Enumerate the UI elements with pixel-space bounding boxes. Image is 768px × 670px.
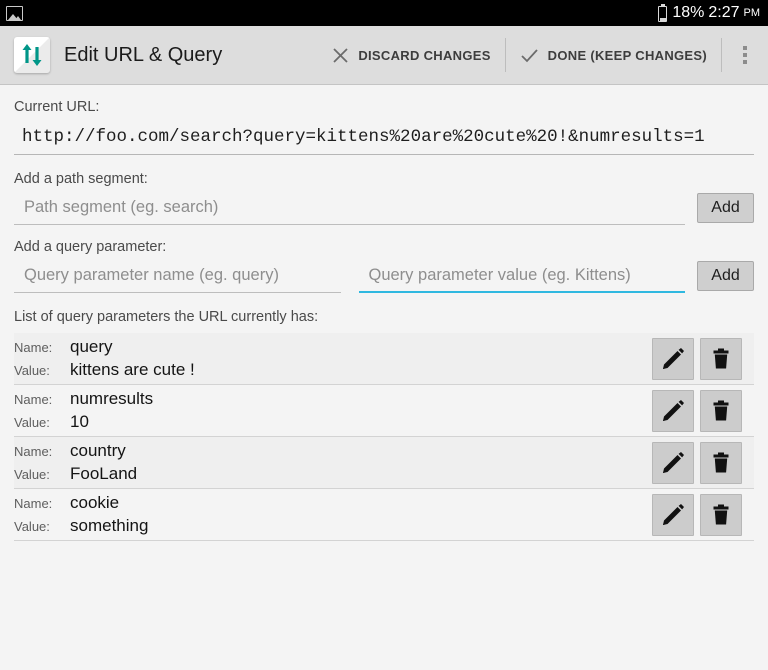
path-segment-input[interactable]: Path segment (eg. search) [14, 194, 685, 225]
current-url-value: http://foo.com/search?query=kittens%20ar… [14, 121, 754, 155]
add-query-parameter-button[interactable]: Add [697, 261, 754, 291]
overflow-menu-icon[interactable] [722, 26, 768, 85]
param-name-value: numresults [70, 389, 154, 408]
param-value-key: Value: [14, 415, 50, 430]
battery-percent: 18% [672, 4, 705, 21]
add-path-segment-label: Add a path segment: [14, 171, 148, 187]
clock-time: 2:27 [708, 4, 740, 21]
table-row[interactable]: Name: cookie Value: something [14, 489, 754, 541]
param-value-line: Value: FooLand [14, 464, 652, 484]
overflow-dot [743, 60, 747, 64]
pencil-icon [663, 347, 684, 369]
trash-icon [713, 400, 729, 420]
overflow-dot [743, 46, 747, 50]
pencil-icon [663, 399, 684, 421]
add-query-parameter-row: Query parameter name (eg. query) Query p… [14, 261, 754, 293]
param-value-line: Value: kittens are cute ! [14, 360, 652, 380]
check-icon [521, 48, 538, 62]
add-path-segment-button[interactable]: Add [697, 193, 754, 223]
param-name-key: Name: [14, 392, 53, 407]
edit-param-button[interactable] [652, 337, 694, 380]
table-row[interactable]: Name: country Value: FooLand [14, 437, 754, 489]
edit-param-button[interactable] [652, 441, 694, 484]
param-name-line: Name: cookie [14, 493, 652, 513]
delete-param-button[interactable] [700, 441, 742, 484]
param-value-value: kittens are cute ! [70, 360, 195, 379]
query-parameter-value-input[interactable]: Query parameter value (eg. Kittens) [358, 262, 685, 293]
discard-changes-button[interactable]: DISCARD CHANGES [318, 26, 504, 85]
param-list-label: List of query parameters the URL current… [14, 309, 319, 325]
done-keep-changes-label: DONE (KEEP CHANGES) [547, 47, 707, 63]
param-fields: Name: numresults Value: 10 [14, 389, 652, 432]
param-value-key: Value: [14, 363, 50, 378]
param-value-value: something [70, 516, 149, 535]
overflow-dot [743, 53, 747, 57]
pencil-icon [663, 451, 684, 473]
row-actions [652, 493, 754, 536]
param-name-key: Name: [14, 444, 53, 459]
query-parameter-list: Name: query Value: kittens are cute ! Na… [14, 333, 754, 541]
param-name-key: Name: [14, 340, 53, 355]
param-name-line: Name: country [14, 441, 652, 461]
trash-icon [713, 348, 729, 368]
add-path-segment-row: Path segment (eg. search) Add [14, 193, 754, 225]
row-actions [652, 389, 754, 432]
param-value-key: Value: [14, 519, 50, 534]
delete-param-button[interactable] [700, 493, 742, 536]
battery-icon [658, 4, 668, 22]
edit-param-button[interactable] [652, 389, 694, 432]
table-row[interactable]: Name: numresults Value: 10 [14, 385, 754, 437]
up-down-arrows-icon [14, 37, 50, 73]
trash-icon [713, 452, 729, 472]
row-actions [652, 337, 754, 380]
delete-param-button[interactable] [700, 389, 742, 432]
done-keep-changes-button[interactable]: DONE (KEEP CHANGES) [506, 26, 721, 85]
param-name-value: country [70, 441, 126, 460]
param-value-value: FooLand [70, 464, 138, 483]
status-bar-left [6, 5, 23, 21]
param-value-line: Value: something [14, 516, 652, 536]
param-fields: Name: cookie Value: something [14, 493, 652, 536]
param-fields: Name: country Value: FooLand [14, 441, 652, 484]
param-name-line: Name: query [14, 337, 652, 357]
page-title: Edit URL & Query [64, 43, 223, 66]
table-row[interactable]: Name: query Value: kittens are cute ! [14, 333, 754, 385]
status-bar: 18% 2:27 PM [0, 0, 768, 26]
query-parameter-name-input[interactable]: Query parameter name (eg. query) [14, 262, 341, 293]
image-icon [6, 5, 23, 21]
param-name-key: Name: [14, 496, 53, 511]
up-down-arrows-glyph [22, 44, 42, 66]
param-name-value: query [70, 337, 113, 356]
edit-param-button[interactable] [652, 493, 694, 536]
param-value-value: 10 [70, 412, 89, 431]
main-content: Current URL: http://foo.com/search?query… [0, 85, 768, 541]
trash-icon [713, 504, 729, 524]
param-fields: Name: query Value: kittens are cute ! [14, 337, 652, 380]
row-actions [652, 441, 754, 484]
action-bar: Edit URL & Query DISCARD CHANGES DONE (K… [0, 26, 768, 85]
add-query-parameter-label: Add a query parameter: [14, 239, 167, 255]
param-name-line: Name: numresults [14, 389, 652, 409]
discard-changes-label: DISCARD CHANGES [358, 47, 491, 63]
param-value-key: Value: [14, 467, 50, 482]
close-x-icon [333, 47, 348, 63]
param-name-value: cookie [70, 493, 120, 512]
param-value-line: Value: 10 [14, 412, 652, 432]
clock-ampm: PM [743, 7, 761, 19]
delete-param-button[interactable] [700, 337, 742, 380]
current-url-label: Current URL: [14, 99, 100, 115]
pencil-icon [663, 503, 684, 525]
status-bar-right: 18% 2:27 PM [658, 4, 760, 22]
